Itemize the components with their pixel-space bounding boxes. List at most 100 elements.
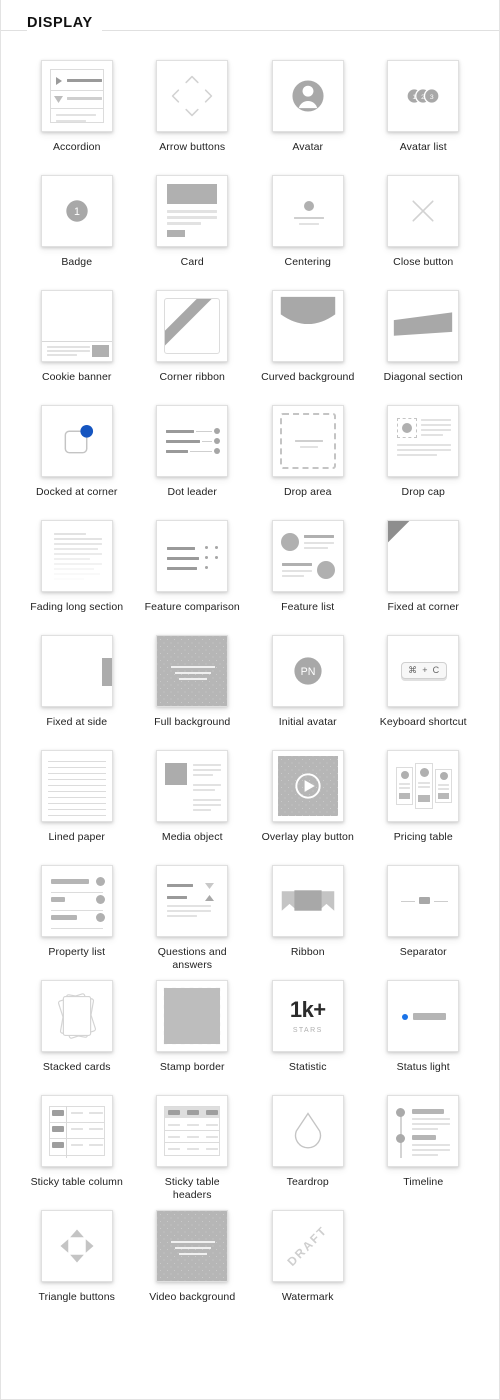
grid-item-video-background[interactable]: Video background [135,1200,251,1315]
grid-item-timeline[interactable]: Timeline [366,1085,482,1200]
page-title: DISPLAY [27,8,102,38]
grid-item-watermark[interactable]: DRAFT Watermark [250,1200,366,1315]
grid-item-fixed-at-side[interactable]: Fixed at side [19,625,135,740]
full-background-icon [156,635,229,707]
grid-item-cookie-banner[interactable]: Cookie banner [19,280,135,395]
item-label: Fixed at corner [387,601,460,613]
cookie-banner-icon [40,290,113,362]
display-section-page: DISPLAY Accordion Arrow buttons Avatar 1… [0,0,500,1400]
keyboard-shortcut-value: ⌘ + C [401,662,448,679]
grid-item-separator[interactable]: Separator [366,855,482,970]
grid-item-stamp-border[interactable]: Stamp border [135,970,251,1085]
grid-item-triangle-buttons[interactable]: Triangle buttons [19,1200,135,1315]
grid-item-accordion[interactable]: Accordion [19,50,135,165]
grid-item-lined-paper[interactable]: Lined paper [19,740,135,855]
grid-item-teardrop[interactable]: Teardrop [250,1085,366,1200]
statistic-caption: STARS [292,1026,323,1034]
grid-item-avatar-list[interactable]: 1 2 3 Avatar list [366,50,482,165]
item-label: Timeline [403,1176,444,1188]
timeline-icon [387,1095,460,1167]
grid-item-property-list[interactable]: Property list [19,855,135,970]
item-label: Feature list [281,601,335,613]
grid-item-fixed-at-corner[interactable]: Fixed at corner [366,510,482,625]
accordion-icon [40,60,113,132]
pricing-table-icon [387,750,460,822]
item-label: Feature comparison [144,601,240,613]
item-label: Teardrop [286,1176,329,1188]
section-header: DISPLAY [1,0,499,44]
avatar-icon [271,60,344,132]
grid-item-close-button[interactable]: Close button [366,165,482,280]
item-label: Close button [393,256,454,268]
grid-item-initial-avatar[interactable]: PN Initial avatar [250,625,366,740]
statistic-value: 1k+ [289,996,326,1022]
watermark-value: DRAFT [284,1223,331,1269]
video-background-icon [156,1210,229,1282]
grid-item-badge[interactable]: 1 Badge [19,165,135,280]
grid-item-drop-area[interactable]: Drop area [250,395,366,510]
grid-item-docked-at-corner[interactable]: Docked at corner [19,395,135,510]
lined-paper-icon [40,750,113,822]
item-label: Full background [154,716,231,728]
teardrop-icon [271,1095,344,1167]
grid-item-centering[interactable]: Centering [250,165,366,280]
item-label: Ribbon [290,946,325,958]
stacked-cards-icon [40,980,113,1052]
grid-item-curved-background[interactable]: Curved background [250,280,366,395]
curved-background-icon [271,290,344,362]
item-label: Sticky table column [30,1176,123,1188]
item-label: Arrow buttons [159,141,226,153]
avatar-badge-2: 2 [421,94,425,101]
initial-avatar-icon: PN [271,635,344,707]
grid-item-sticky-table-column[interactable]: Sticky table column [19,1085,135,1200]
grid-item-card[interactable]: Card [135,165,251,280]
grid-item-feature-comparison[interactable]: Feature comparison [135,510,251,625]
grid-item-keyboard-shortcut[interactable]: ⌘ + C Keyboard shortcut [366,625,482,740]
item-label: Curved background [261,371,355,383]
grid-item-stacked-cards[interactable]: Stacked cards [19,970,135,1085]
close-button-icon [387,175,460,247]
item-label: Badge [61,256,93,268]
grid-item-feature-list[interactable]: Feature list [250,510,366,625]
grid-item-drop-cap[interactable]: Drop cap [366,395,482,510]
grid-item-dot-leader[interactable]: Dot leader [135,395,251,510]
grid-item-full-background[interactable]: Full background [135,625,251,740]
item-label: Separator [399,946,447,958]
pattern-grid: Accordion Arrow buttons Avatar 1 2 3 Ava… [1,44,499,1315]
grid-item-sticky-table-headers[interactable]: Sticky table headers [135,1085,251,1201]
item-label: Accordion [52,141,101,153]
item-label: Docked at corner [35,486,118,498]
avatar-list-icon: 1 2 3 [387,60,460,132]
item-label: Avatar list [399,141,447,153]
corner-ribbon-icon [156,290,229,362]
drop-cap-icon [387,405,460,477]
item-label: Diagonal section [383,371,463,383]
item-label: Property list [48,946,106,958]
item-label: Corner ribbon [159,371,225,383]
media-object-icon [156,750,229,822]
grid-item-fading-long-section[interactable]: Fading long section [19,510,135,625]
grid-item-questions-and-answers[interactable]: Questions and answers [135,855,251,971]
grid-item-arrow-buttons[interactable]: Arrow buttons [135,50,251,165]
fixed-at-side-icon [40,635,113,707]
item-label: Lined paper [48,831,106,843]
item-label: Statistic [288,1061,327,1073]
sticky-table-column-icon [40,1095,113,1167]
item-label: Stamp border [159,1061,225,1073]
dot-leader-icon [156,405,229,477]
grid-item-statistic[interactable]: 1k+ STARS Statistic [250,970,366,1085]
grid-item-status-light[interactable]: Status light [366,970,482,1085]
grid-item-overlay-play-button[interactable]: Overlay play button [250,740,366,855]
item-label: Drop area [283,486,332,498]
grid-item-avatar[interactable]: Avatar [250,50,366,165]
item-label: Keyboard shortcut [379,716,467,728]
item-label: Fixed at side [46,716,108,728]
grid-item-ribbon[interactable]: Ribbon [250,855,366,970]
item-label: Card [180,256,204,268]
grid-item-media-object[interactable]: Media object [135,740,251,855]
grid-item-diagonal-section[interactable]: Diagonal section [366,280,482,395]
grid-item-pricing-table[interactable]: Pricing table [366,740,482,855]
badge-value: 1 [74,206,80,218]
feature-list-icon [271,520,344,592]
grid-item-corner-ribbon[interactable]: Corner ribbon [135,280,251,395]
